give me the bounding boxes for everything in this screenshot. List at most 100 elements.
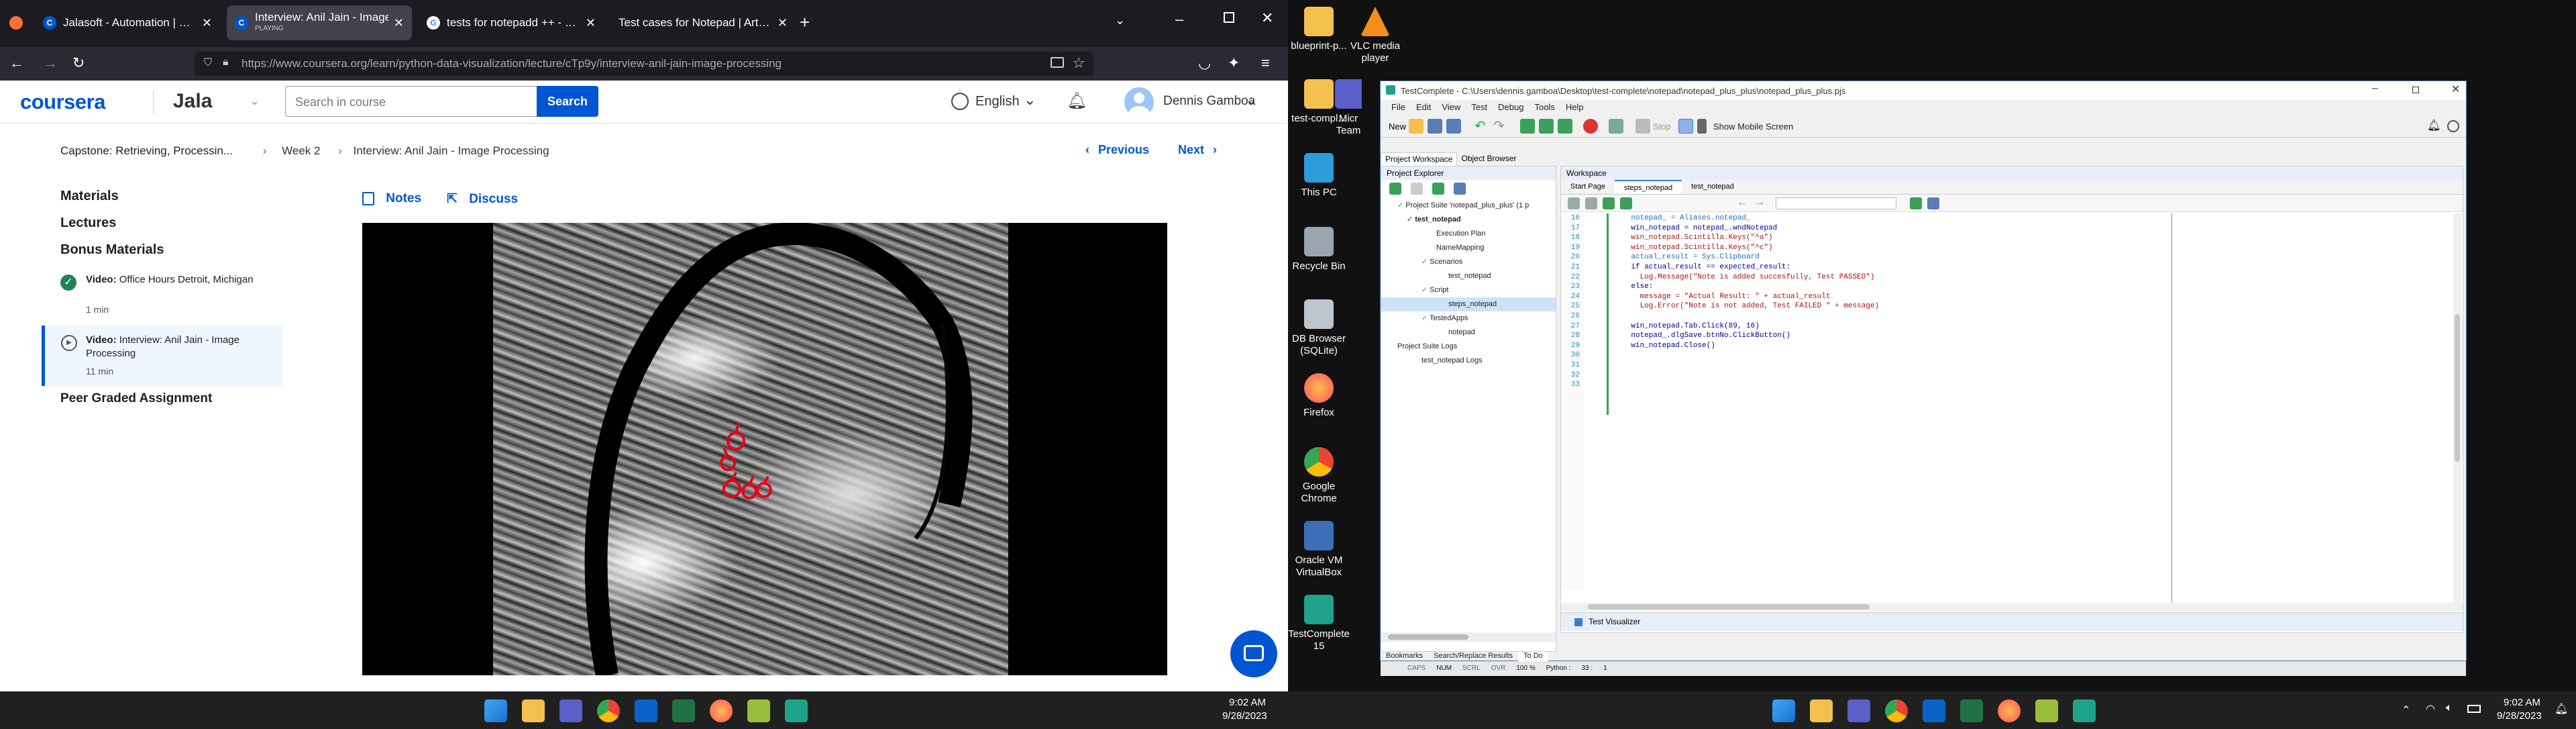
chat-help-button[interactable] (1230, 630, 1277, 677)
undo-icon[interactable]: ↶ (1474, 117, 1486, 134)
tab-interview[interactable]: C Interview: Anil Jain - Image Pro PLAYI… (227, 5, 412, 40)
tab-bookmarks[interactable]: Bookmarks (1381, 652, 1428, 661)
run-selected-icon[interactable] (1432, 183, 1444, 195)
test-visualizer-bar[interactable]: Test Visualizer (1561, 612, 2463, 631)
battery-icon[interactable] (2467, 705, 2481, 713)
notes-button[interactable]: Notes (362, 191, 421, 206)
record-icon[interactable] (1583, 119, 1598, 134)
mobile-screen-toggle-icon[interactable] (1678, 119, 1693, 134)
minimize-icon[interactable]: – (1175, 11, 1183, 28)
outlook-icon[interactable] (1923, 699, 1945, 722)
checkpoint-icon[interactable] (1910, 197, 1922, 209)
menu-edit[interactable]: Edit (1416, 102, 1431, 113)
add-item-icon[interactable] (1389, 183, 1401, 195)
add-existing-icon[interactable] (1411, 183, 1423, 195)
explorer-horizontal-scrollbar[interactable] (1381, 632, 1556, 642)
tree-item[interactable]: test_notepad Logs (1381, 354, 1556, 368)
user-chevron-down-icon[interactable]: ⌄ (1245, 91, 1257, 109)
coursera-logo[interactable]: coursera (20, 90, 105, 114)
code-editor[interactable]: notepad_ = Aliases.notepad_ win_notepad … (1613, 213, 2204, 589)
record-script-icon[interactable] (1927, 197, 1939, 209)
save-all-icon[interactable] (1446, 119, 1461, 134)
teams-icon[interactable] (559, 699, 582, 722)
sidebar-item-lectures[interactable]: Lectures (60, 215, 116, 231)
tab-project-workspace[interactable]: Project Workspace (1381, 152, 1458, 166)
sync-icon[interactable] (1454, 183, 1466, 195)
desktop-icon-vlc[interactable]: VLC media player (1342, 7, 1409, 64)
tree-item[interactable]: ✓ TestedApps (1381, 311, 1556, 326)
reload-icon[interactable]: ↻ (72, 55, 85, 71)
forward-arrow-icon[interactable]: → (43, 55, 58, 71)
tc-close-icon[interactable]: ✕ (2451, 83, 2460, 96)
breadcrumb-course[interactable]: Capstone: Retrieving, Processin... (60, 144, 233, 157)
chrome-icon[interactable] (1885, 699, 1908, 722)
outlook-icon[interactable] (635, 699, 657, 722)
menu-file[interactable]: File (1391, 102, 1405, 113)
bookmark-icon[interactable] (1620, 197, 1632, 209)
taskbar-date[interactable]: 9/28/2023 (1222, 710, 1267, 722)
tc-minimize-icon[interactable]: – (2372, 83, 2378, 95)
taskbar-time[interactable]: 9:02 AM (2504, 697, 2540, 708)
wifi-icon[interactable]: ◠ (2426, 702, 2435, 716)
taskbar-date[interactable]: 9/28/2023 (2497, 710, 2542, 722)
notification-bell-icon[interactable]: 🔔︎ (2555, 702, 2568, 716)
tab-artoftesting[interactable]: Test cases for Notepad | ArtOfT ✕ (610, 5, 796, 40)
tree-item[interactable]: ✓ test_notepad (1381, 213, 1556, 227)
firefox-icon[interactable] (1998, 699, 2021, 722)
firefox-icon[interactable] (710, 699, 733, 722)
next-button[interactable]: Next › (1178, 143, 1217, 157)
menu-debug[interactable]: Debug (1498, 102, 1523, 113)
tree-item[interactable]: test_notepad (1381, 269, 1556, 283)
windows-start-icon[interactable] (1772, 699, 1795, 722)
desktop-icon-chrome[interactable]: Google Chrome (1288, 447, 1352, 505)
editor-vertical-scrollbar[interactable] (2453, 213, 2461, 603)
discuss-button[interactable]: ⇱ Discuss (447, 191, 518, 207)
sidebar-item-bonus[interactable]: Bonus Materials (60, 242, 164, 258)
taskbar-time[interactable]: 9:02 AM (1229, 697, 1266, 708)
tree-item[interactable]: ✓ Project Suite 'notepad_plus_plus' (1 p (1381, 199, 1556, 213)
sidebar-item-materials[interactable]: Materials (60, 189, 119, 204)
jala-logo[interactable]: Jala (173, 90, 212, 113)
pocket-icon[interactable]: ◡ (1198, 55, 1211, 71)
redo-icon[interactable]: ↷ (1493, 117, 1505, 134)
menu-hamburger-icon[interactable]: ≡ (1261, 55, 1270, 71)
tab-object-browser[interactable]: Object Browser (1457, 152, 1520, 166)
comment-icon[interactable] (1603, 197, 1615, 209)
video-player[interactable] (362, 223, 1167, 675)
account-icon[interactable] (2447, 120, 2459, 132)
close-window-icon[interactable]: ✕ (1261, 9, 1273, 27)
mobile-device-icon[interactable] (1697, 119, 1707, 134)
menu-test[interactable]: Test (1471, 102, 1487, 113)
desktop-icon-testcomplete[interactable]: TestComplete 15 (1288, 595, 1352, 652)
chrome-icon[interactable] (597, 699, 620, 722)
search-button[interactable]: Search (537, 86, 598, 117)
avatar[interactable] (1124, 87, 1154, 117)
partner-chevron-down-icon[interactable]: ⌄ (250, 94, 260, 108)
object-spy-icon[interactable] (1609, 119, 1623, 134)
show-mobile-screen-button[interactable]: Show Mobile Screen (1713, 122, 1793, 132)
desktop-icon-teams[interactable]: Micr Team (1335, 79, 1362, 137)
routine-selector[interactable] (1776, 197, 1896, 209)
sidebar-item-peer-graded[interactable]: Peer Graded Assignment (60, 391, 212, 406)
menu-tools[interactable]: Tools (1534, 102, 1554, 113)
nav-forward-icon[interactable]: → (1754, 197, 1765, 209)
language-selector[interactable]: English (975, 94, 1020, 109)
file-explorer-icon[interactable] (522, 699, 545, 722)
teams-icon[interactable] (1847, 699, 1870, 722)
close-tab-icon[interactable]: ✕ (202, 16, 212, 30)
testcomplete-icon[interactable] (2073, 699, 2096, 722)
tree-item[interactable]: NameMapping (1381, 241, 1556, 255)
desktop-icon-db-browser[interactable]: DB Browser (SQLite) (1288, 299, 1352, 357)
windows-start-icon[interactable] (484, 699, 507, 722)
tab-list-chevron-icon[interactable]: ⌄ (1115, 13, 1125, 28)
tree-item[interactable]: ✓ Script (1381, 283, 1556, 297)
app-icon[interactable] (747, 699, 770, 722)
search-input[interactable]: Search in course (285, 86, 537, 117)
app-icon[interactable] (2035, 699, 2058, 722)
new-button[interactable]: New (1389, 122, 1406, 132)
tree-item[interactable]: ✓ Scenarios (1381, 255, 1556, 269)
tab-to-do[interactable]: To Do (1518, 652, 1548, 661)
file-explorer-icon[interactable] (1810, 699, 1833, 722)
tab-search-replace[interactable]: Search/Replace Results (1428, 652, 1518, 661)
close-tab-icon[interactable]: ✕ (394, 16, 404, 30)
